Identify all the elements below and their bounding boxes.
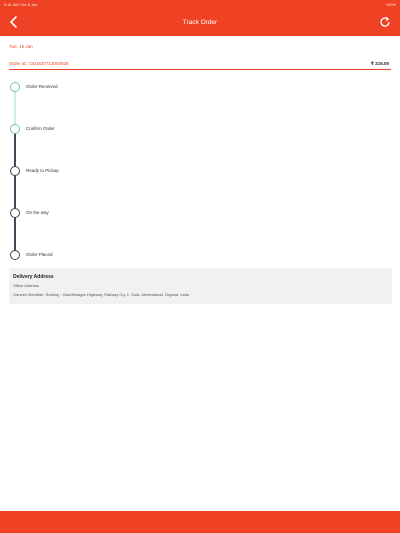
chevron-left-icon[interactable]	[6, 13, 22, 31]
order-total: ₹ 215.00	[370, 61, 389, 66]
step-label: Order Placed	[26, 252, 53, 257]
nav-bar: Track Order	[0, 9, 400, 36]
order-date: Tue, 15 Jan	[9, 44, 33, 49]
tracking-step-order-received: Order Received	[10, 82, 210, 94]
tracking-step-on-the-way: On the way	[10, 208, 210, 220]
step-pending-icon	[10, 166, 20, 176]
page-title: Track Order	[182, 19, 218, 26]
step-label: Ready to Pickup	[26, 168, 59, 173]
step-label: Confirm Order	[26, 126, 55, 131]
tracking-step-order-placed: Order Placed	[10, 250, 210, 262]
delivery-address-card: Delivery Address Office Address Ganesh M…	[9, 268, 392, 304]
step-label: On the way	[26, 210, 49, 215]
delivery-address-type: Office Address	[13, 283, 39, 288]
step-pending-icon	[10, 250, 20, 260]
status-battery: 100%	[385, 2, 396, 7]
tracking-step-ready-to-pickup: Ready to Pickup	[10, 166, 210, 178]
delivery-address-text: Ganesh Meridian, Sarkhej - Gandhinagar H…	[13, 292, 190, 297]
step-label: Order Received	[26, 84, 58, 89]
order-id: Order Id : OD1637713000929	[9, 61, 69, 66]
divider	[9, 69, 391, 70]
step-done-icon	[10, 82, 20, 92]
refresh-icon[interactable]	[378, 15, 392, 29]
tracking-step-confirm-order: Confirm Order	[10, 124, 210, 136]
status-bar: 9:41 AM Tue 8 Jan 100%	[0, 0, 400, 9]
step-done-icon	[10, 124, 20, 134]
bottom-bar	[0, 511, 400, 533]
step-pending-icon	[10, 208, 20, 218]
delivery-address-title: Delivery Address	[13, 274, 54, 280]
status-time: 9:41 AM Tue 8 Jan	[4, 2, 38, 7]
